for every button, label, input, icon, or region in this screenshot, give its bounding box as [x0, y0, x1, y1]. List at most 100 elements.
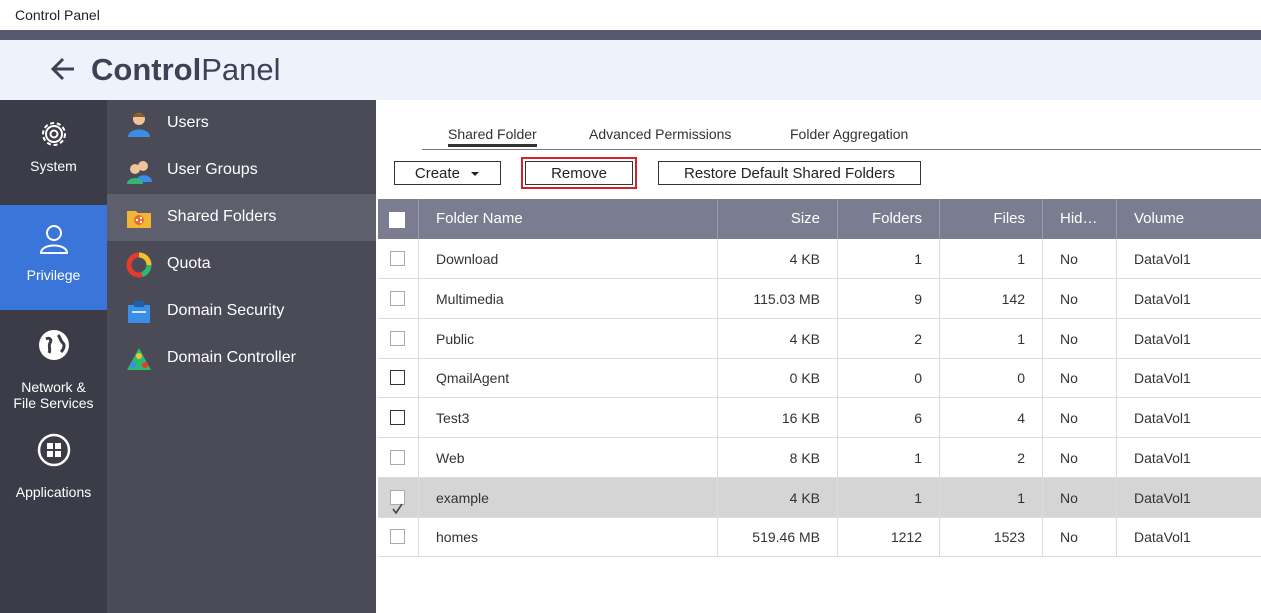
users-icon — [128, 113, 150, 137]
cell-folder-name: Web — [418, 437, 717, 477]
nav-item-system[interactable]: System — [0, 100, 107, 205]
nav-item-applications[interactable]: Applications — [0, 415, 107, 520]
cell-hidden: No — [1042, 358, 1116, 398]
nav-label: Privilege — [26, 267, 81, 283]
cell-files: 2 — [939, 437, 1042, 477]
column-header-folders[interactable]: Folders — [837, 199, 939, 239]
table-row[interactable]: Download 4 KB 1 1 No DataVol1 — [378, 239, 1261, 279]
table-header: Folder Name Size Folders Files Hid… Volu… — [378, 199, 1261, 239]
subnav-item-shared-folders[interactable]: Shared Folders — [107, 194, 376, 241]
cell-files: 142 — [939, 278, 1042, 318]
cell-files: 1 — [939, 477, 1042, 517]
cell-size: 4 KB — [717, 477, 837, 517]
subnav-item-users[interactable]: Users — [107, 100, 376, 147]
subnav-item-user-groups[interactable]: User Groups — [107, 147, 376, 194]
tab-advanced-permissions[interactable]: Advanced Permissions — [589, 126, 731, 142]
cell-folder-name: Download — [418, 239, 717, 278]
cell-files: 4 — [939, 398, 1042, 437]
domain-controller-icon — [127, 348, 151, 370]
cell-folders: 2 — [837, 318, 939, 358]
cell-files: 0 — [939, 358, 1042, 398]
cell-folders: 1212 — [837, 517, 939, 557]
sub-nav: Users User Groups Shared Folders Quota D… — [107, 100, 376, 613]
cell-hidden: No — [1042, 398, 1116, 437]
row-checkbox[interactable] — [390, 449, 405, 465]
restore-default-shared-folders-button[interactable]: Restore Default Shared Folders — [658, 161, 921, 185]
cell-folders: 0 — [837, 358, 939, 398]
cell-hidden: No — [1042, 477, 1116, 517]
cell-volume: DataVol1 — [1116, 239, 1261, 278]
table-row[interactable]: Public 4 KB 2 1 No DataVol1 — [378, 318, 1261, 359]
tab-shared-folder[interactable]: Shared Folder — [448, 126, 537, 147]
window-titlebar: Control Panel — [0, 0, 1261, 30]
cell-size: 4 KB — [717, 239, 837, 278]
globe-icon — [38, 330, 69, 360]
subnav-label: Quota — [167, 255, 211, 272]
row-checkbox-cell — [378, 517, 418, 556]
cell-folder-name: Public — [418, 318, 717, 358]
cell-hidden: No — [1042, 278, 1116, 318]
row-checkbox-cell — [378, 438, 418, 477]
cell-folders: 1 — [837, 477, 939, 517]
row-checkbox-cell — [378, 358, 418, 397]
user-groups-icon — [127, 161, 152, 184]
column-header-files[interactable]: Files — [939, 199, 1042, 239]
cell-folder-name: example — [418, 477, 717, 517]
cell-folder-name: Test3 — [418, 398, 717, 437]
row-checkbox[interactable] — [390, 370, 405, 386]
table-row[interactable]: example 4 KB 1 1 No DataVol1 — [378, 477, 1261, 518]
row-checkbox[interactable] — [390, 489, 405, 514]
table-row[interactable]: Test3 16 KB 6 4 No DataVol1 — [378, 398, 1261, 438]
column-header-folder-name[interactable]: Folder Name — [418, 199, 717, 239]
table-row[interactable]: Multimedia 115.03 MB 9 142 No DataVol1 — [378, 278, 1261, 319]
table-row[interactable]: homes 519.46 MB 1212 1523 No DataVol1 — [378, 517, 1261, 558]
column-header-hidden[interactable]: Hid… — [1042, 199, 1116, 239]
row-checkbox[interactable] — [390, 330, 405, 346]
cell-volume: DataVol1 — [1116, 318, 1261, 358]
subnav-item-domain-controller[interactable]: Domain Controller — [107, 335, 376, 382]
cell-hidden: No — [1042, 239, 1116, 278]
nav-label: Network & — [21, 379, 86, 395]
content-panel: Shared Folder Advanced Permissions Folde… — [376, 100, 1261, 613]
create-label: Create — [414, 165, 460, 182]
column-header-size[interactable]: Size — [717, 199, 837, 239]
remove-button[interactable]: Remove — [525, 161, 633, 185]
caret-down-icon — [471, 172, 480, 177]
left-nav: System Privilege Network & File Services… — [0, 100, 107, 613]
nav-item-privilege[interactable]: Privilege — [0, 205, 107, 310]
nav-label: File Services — [13, 395, 94, 411]
back-arrow-icon[interactable] — [48, 53, 78, 85]
cell-size: 8 KB — [717, 437, 837, 477]
subnav-label: User Groups — [167, 161, 258, 178]
cell-size: 519.46 MB — [717, 517, 837, 557]
row-checkbox-cell — [378, 478, 418, 517]
cell-folder-name: QmailAgent — [418, 358, 717, 398]
cell-size: 16 KB — [717, 398, 837, 437]
row-checkbox-cell — [378, 239, 418, 278]
nav-item-network-file-services[interactable]: Network & File Services — [0, 310, 107, 415]
tab-folder-aggregation[interactable]: Folder Aggregation — [790, 126, 908, 142]
nav-label: System — [30, 158, 77, 174]
row-checkbox[interactable] — [390, 251, 405, 266]
subnav-item-domain-security[interactable]: Domain Security — [107, 288, 376, 335]
cell-size: 115.03 MB — [717, 278, 837, 318]
tab-bar: Shared Folder Advanced Permissions Folde… — [422, 126, 1261, 150]
row-checkbox[interactable] — [390, 529, 405, 545]
create-button[interactable]: Create — [394, 161, 501, 185]
cell-size: 0 KB — [717, 358, 837, 398]
cell-folder-name: Multimedia — [418, 278, 717, 318]
cell-folder-name: homes — [418, 517, 717, 557]
select-all-checkbox[interactable] — [389, 212, 405, 228]
column-header-volume[interactable]: Volume — [1116, 199, 1261, 239]
cell-folders: 6 — [837, 398, 939, 437]
cell-folders: 9 — [837, 278, 939, 318]
row-checkbox[interactable] — [390, 410, 405, 425]
subnav-item-quota[interactable]: Quota — [107, 241, 376, 288]
nav-label: Applications — [15, 484, 92, 500]
table-row[interactable]: QmailAgent 0 KB 0 0 No DataVol1 — [378, 358, 1261, 399]
cell-files: 1 — [939, 318, 1042, 358]
table-row[interactable]: Web 8 KB 1 2 No DataVol1 — [378, 437, 1261, 478]
cell-volume: DataVol1 — [1116, 477, 1261, 517]
cell-files: 1523 — [939, 517, 1042, 557]
row-checkbox[interactable] — [390, 290, 405, 306]
